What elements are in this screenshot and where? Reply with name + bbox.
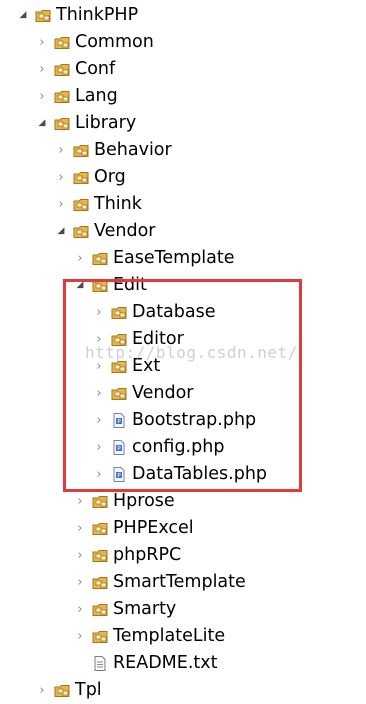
package-folder-icon [54, 89, 70, 104]
tree-item-phpexcel[interactable]: › PHPExcel [0, 515, 366, 542]
tree-item-label: ThinkPHP [56, 5, 139, 25]
tree-item-library[interactable]: ◢ Library [0, 110, 366, 137]
package-folder-icon [92, 494, 108, 509]
tree-item-templatelite[interactable]: › TemplateLite [0, 623, 366, 650]
tree-item-label: Org [94, 167, 126, 187]
package-folder-icon [35, 8, 51, 23]
tree-item-label: EaseTemplate [113, 248, 235, 268]
tree-item-label: README.txt [113, 653, 218, 673]
chevron-right-icon[interactable]: › [75, 569, 85, 596]
tree-item-label: Behavior [94, 140, 172, 160]
chevron-right-icon[interactable]: › [37, 56, 47, 83]
chevron-right-icon[interactable]: › [75, 488, 85, 515]
tree-item-vendor[interactable]: ◢ Vendor [0, 218, 366, 245]
tree-item-label: TemplateLite [113, 626, 226, 646]
tree-item-label: Lang [75, 86, 118, 106]
chevron-right-icon[interactable]: › [75, 515, 85, 542]
package-folder-icon [54, 116, 70, 131]
tree-item-org[interactable]: › Org [0, 164, 366, 191]
package-folder-icon [54, 35, 70, 50]
tree-item-lang[interactable]: › Lang [0, 83, 366, 110]
package-folder-icon [92, 521, 108, 536]
chevron-right-icon[interactable]: › [75, 623, 85, 650]
tree-item-common[interactable]: › Common [0, 29, 366, 56]
tree-item-label: Vendor [94, 221, 156, 241]
tree-item-smarty[interactable]: › Smarty [0, 596, 366, 623]
chevron-down-icon[interactable]: ◢ [37, 110, 47, 137]
package-folder-icon [54, 62, 70, 77]
tree-item-easetemplate[interactable]: › EaseTemplate [0, 245, 366, 272]
tree-item-label: Think [94, 194, 142, 214]
tree-item-phprpc[interactable]: › phpRPC [0, 542, 366, 569]
package-folder-icon [73, 143, 89, 158]
chevron-right-icon[interactable]: › [75, 245, 85, 272]
chevron-right-icon[interactable]: › [37, 29, 47, 56]
chevron-right-icon[interactable]: › [75, 542, 85, 569]
tree-item-label: Smarty [113, 599, 177, 619]
package-folder-icon [73, 224, 89, 239]
tree-item-label: Conf [75, 59, 116, 79]
tree-item-readme-txt[interactable]: README.txt [0, 650, 366, 677]
chevron-down-icon[interactable]: ◢ [18, 2, 28, 29]
package-folder-icon [92, 602, 108, 617]
tree-item-think[interactable]: › Think [0, 191, 366, 218]
tree-item-smarttemplate[interactable]: › SmartTemplate [0, 569, 366, 596]
chevron-right-icon[interactable]: › [37, 83, 47, 110]
chevron-down-icon[interactable]: ◢ [56, 218, 66, 245]
package-folder-icon [92, 629, 108, 644]
highlight-box [63, 279, 302, 492]
chevron-right-icon[interactable]: › [56, 164, 66, 191]
chevron-right-icon[interactable]: › [56, 137, 66, 164]
package-folder-icon [92, 575, 108, 590]
package-folder-icon [92, 548, 108, 563]
tree-item-label: Hprose [113, 491, 175, 511]
text-file-icon [92, 656, 108, 671]
tree-item-hprose[interactable]: › Hprose [0, 488, 366, 515]
tree-item-label: SmartTemplate [113, 572, 246, 592]
package-folder-icon [92, 251, 108, 266]
tree-item-behavior[interactable]: › Behavior [0, 137, 366, 164]
tree-item-thinkphp[interactable]: ◢ ThinkPHP [0, 2, 366, 29]
tree-item-label: PHPExcel [113, 518, 194, 538]
chevron-right-icon[interactable]: › [56, 191, 66, 218]
tree-item-conf[interactable]: › Conf [0, 56, 366, 83]
chevron-right-icon[interactable]: › [75, 596, 85, 623]
tree-item-label: phpRPC [113, 545, 182, 565]
package-folder-icon [73, 170, 89, 185]
tree-item-label: Common [75, 32, 154, 52]
tree-item-label: Library [75, 113, 137, 133]
package-folder-icon [73, 197, 89, 212]
